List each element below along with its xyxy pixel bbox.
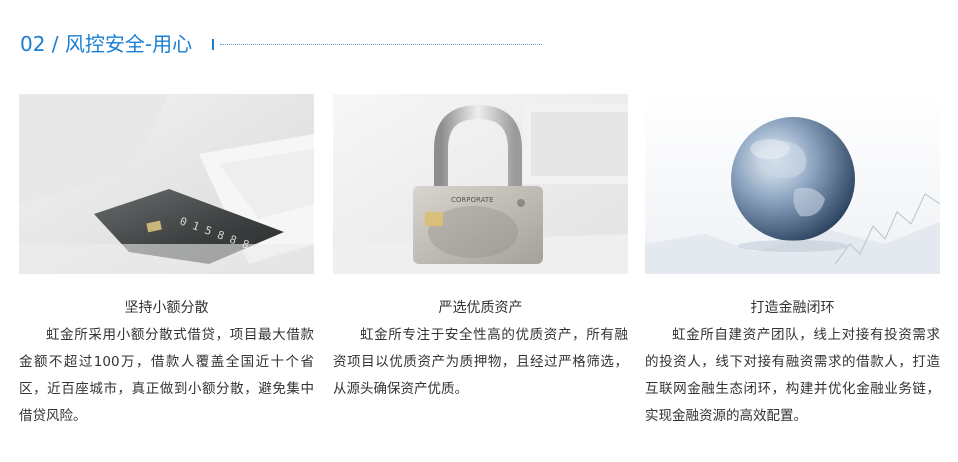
section-header: 02 / 风控安全-用心 xyxy=(20,30,543,58)
card-body: 虹金所专注于安全性高的优质资产，所有融资项目以优质资产为质押物，且经过严格筛选，… xyxy=(333,327,628,397)
feature-card-quality-assets: CORPORATE 严选优质资产 虹金所专注于安全性高的优质资产，所有融资项目以… xyxy=(333,94,628,403)
svg-text:CORPORATE: CORPORATE xyxy=(451,196,494,204)
title-dotted-line xyxy=(220,43,543,45)
title-divider-bar xyxy=(212,38,215,50)
card-heading: 打造金融闭环 xyxy=(750,300,835,316)
credit-card-icon: 0 1 5 8 8 8 xyxy=(19,94,314,274)
padlock-card-icon: CORPORATE xyxy=(333,94,628,274)
card-heading: 严选优质资产 xyxy=(438,300,523,316)
globe-icon xyxy=(645,94,940,274)
card-heading: 坚持小额分散 xyxy=(124,300,209,316)
section-title: 02 / 风控安全-用心 xyxy=(20,32,193,56)
feature-card-small-loans: 0 1 5 8 8 8 坚持小额分散 虹金所采用小额分散式借贷，项目最大借款金额… xyxy=(19,94,314,430)
feature-card-financial-loop: 打造金融闭环 虹金所自建资产团队，线上对接有投资需求的投资人，线下对接有融资需求… xyxy=(645,94,940,430)
card-body: 虹金所采用小额分散式借贷，项目最大借款金额不超过100万，借款人覆盖全国近十个省… xyxy=(19,327,314,424)
card-body: 虹金所自建资产团队，线上对接有投资需求的投资人，线下对接有融资需求的借款人，打造… xyxy=(645,327,940,424)
